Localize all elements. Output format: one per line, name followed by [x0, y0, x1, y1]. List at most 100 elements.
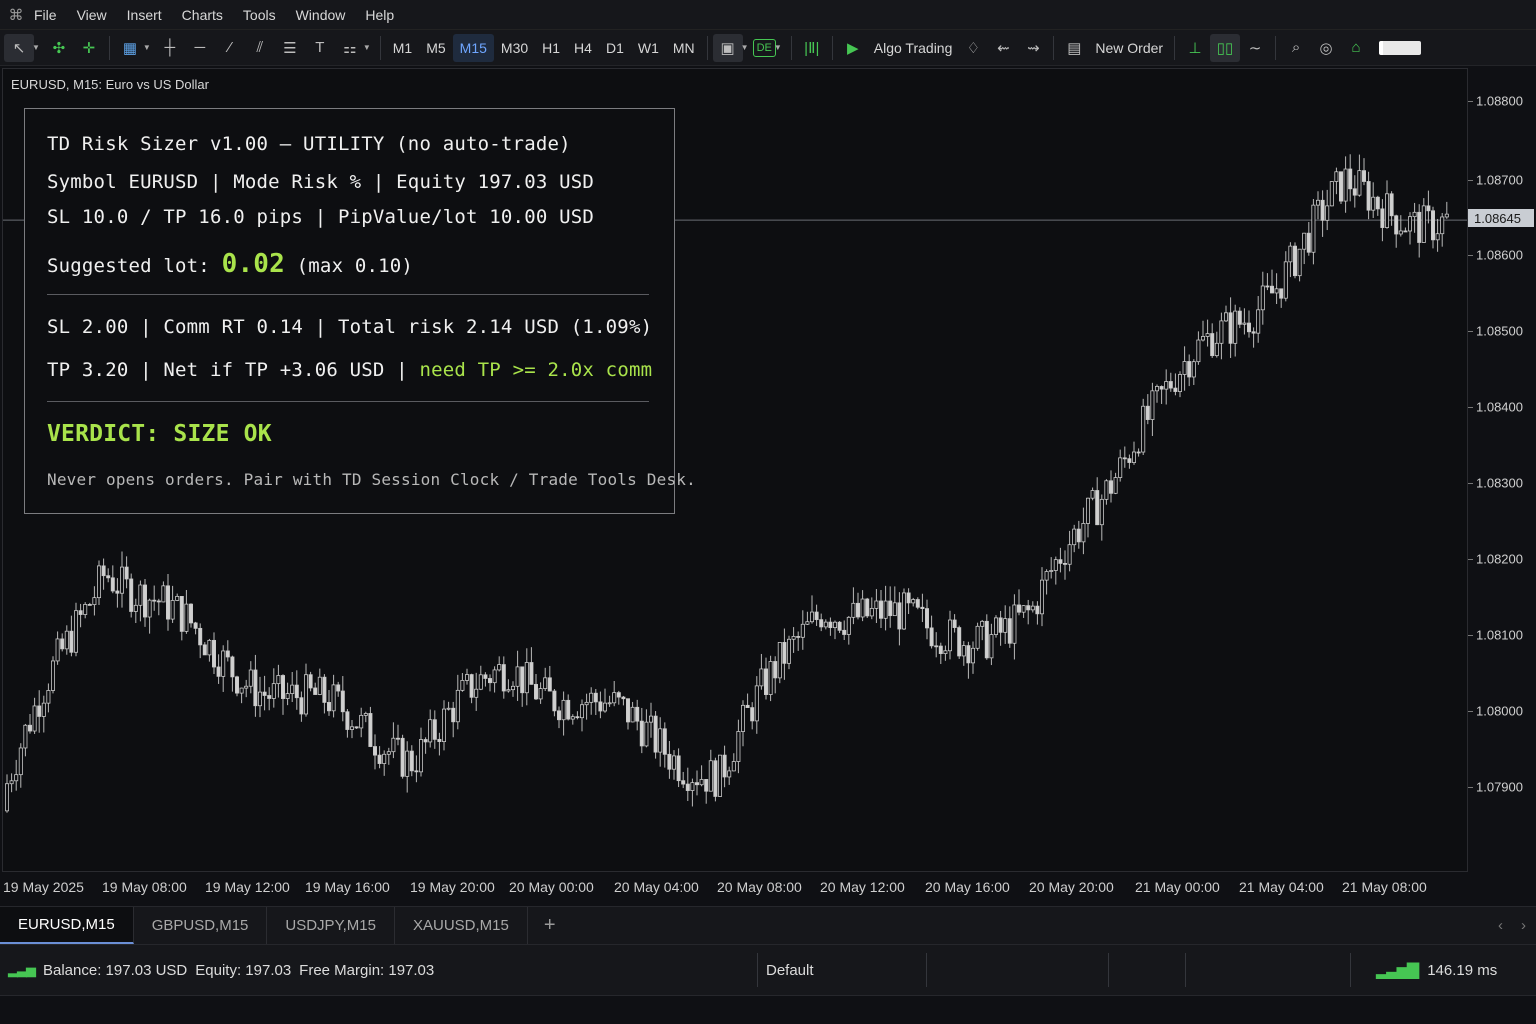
price-tick: [1468, 101, 1473, 102]
candle: [1201, 320, 1206, 342]
candle-body-bull: [184, 603, 189, 632]
candle: [869, 597, 874, 620]
candle: [308, 671, 313, 692]
shapes-dropdown-icon[interactable]: ▼: [363, 43, 371, 52]
period-separator-icon[interactable]: |Ⅱ|: [797, 34, 827, 62]
candle: [483, 672, 488, 687]
alert-icon[interactable]: ♢: [958, 34, 988, 62]
timeframe-d1[interactable]: D1: [599, 34, 631, 62]
candle: [244, 679, 249, 698]
candle-body-bull: [833, 621, 838, 629]
cursor-dropdown-icon[interactable]: ▼: [32, 43, 40, 52]
terminal-window: ⌘ File View Insert Charts Tools Window H…: [0, 0, 1536, 1024]
signal-out-icon[interactable]: ⇝: [1018, 34, 1048, 62]
chart-type-icon[interactable]: ▦: [115, 34, 145, 62]
candle-body-bull: [418, 739, 423, 773]
menu-insert[interactable]: Insert: [127, 7, 180, 23]
timeframe-m15[interactable]: M15: [452, 33, 494, 62]
timeframe-mn[interactable]: MN: [666, 34, 702, 62]
chart-scale-slider[interactable]: [1379, 40, 1422, 55]
candle: [1021, 605, 1026, 618]
candle: [1127, 454, 1132, 469]
candle-body-bull: [823, 621, 828, 628]
candlestick-icon[interactable]: ▯▯: [1210, 33, 1241, 62]
market-icon[interactable]: ⌂: [1341, 34, 1371, 62]
timeframe-h4[interactable]: H4: [567, 34, 599, 62]
new-order-icon[interactable]: ▤: [1059, 34, 1089, 62]
menu-tools[interactable]: Tools: [243, 7, 294, 23]
algo-trading-button[interactable]: Algo Trading: [874, 40, 953, 56]
price-axis[interactable]: 1.08800 1.08700 1.08600 1.08500 1.08400 …: [1468, 68, 1536, 872]
move-icon[interactable]: ✛: [74, 34, 104, 62]
tab-xauusd-m15[interactable]: XAUUSD,M15: [395, 907, 528, 944]
candle: [1063, 550, 1068, 580]
candle: [1293, 242, 1298, 279]
timeframe-m30[interactable]: M30: [494, 34, 535, 62]
tab-gbpusd-m15[interactable]: GBPUSD,M15: [134, 907, 268, 944]
candle: [653, 711, 658, 759]
chevron-left-icon[interactable]: ‹: [1498, 917, 1503, 934]
horizontal-line-icon[interactable]: ─: [185, 34, 215, 62]
candle: [773, 656, 778, 694]
tab-usdjpy-m15[interactable]: USDJPY,M15: [267, 907, 395, 944]
crosshair-icon[interactable]: ✣: [44, 34, 74, 62]
new-order-button[interactable]: New Order: [1095, 40, 1163, 56]
candle: [575, 711, 580, 720]
candle: [69, 615, 74, 657]
candle-body-bull: [1044, 571, 1049, 581]
algo-trading-icon[interactable]: ▶: [838, 34, 868, 62]
templates-dropdown-icon[interactable]: ▼: [741, 43, 749, 52]
shapes-icon[interactable]: ⚏: [335, 34, 365, 62]
chevron-right-icon[interactable]: ›: [1521, 917, 1526, 934]
candle-body-bull: [1178, 374, 1183, 392]
timeframe-w1[interactable]: W1: [631, 34, 666, 62]
candle: [1380, 199, 1385, 242]
menu-window[interactable]: Window: [296, 7, 364, 23]
candle: [14, 759, 19, 791]
time-label: 20 May 08:00: [717, 879, 802, 895]
account-icon[interactable]: ◎: [1311, 34, 1341, 62]
candle-body-bear: [110, 577, 115, 592]
candle-body-bull: [892, 602, 897, 617]
indicators-dropdown-icon[interactable]: ▼: [774, 43, 782, 52]
candle-body-bear: [1306, 232, 1311, 253]
text-tool-icon[interactable]: T: [305, 34, 335, 62]
menu-charts[interactable]: Charts: [182, 7, 241, 23]
cursor-icon[interactable]: ↖: [4, 33, 34, 62]
fibonacci-icon[interactable]: ☰: [275, 34, 305, 62]
candle: [1030, 601, 1035, 613]
menu-file[interactable]: File: [34, 7, 75, 23]
candle: [1109, 470, 1114, 503]
time-axis[interactable]: 19 May 2025 19 May 08:00 19 May 12:00 19…: [0, 872, 1468, 906]
candle-body-bull: [791, 636, 796, 640]
panel-divider: [47, 401, 649, 402]
time-label: 20 May 04:00: [614, 879, 699, 895]
candle: [690, 778, 695, 807]
tab-eurusd-m15[interactable]: EURUSD,M15: [0, 907, 134, 944]
signal-icon[interactable]: ⇜: [988, 34, 1018, 62]
candle: [975, 622, 980, 651]
timeframe-m1[interactable]: M1: [386, 34, 419, 62]
candle-body-bull: [1132, 451, 1137, 463]
candle-body-bear: [469, 674, 474, 698]
vertical-line-icon[interactable]: ┼: [155, 34, 185, 62]
timeframe-h1[interactable]: H1: [535, 34, 567, 62]
timeframe-m5[interactable]: M5: [419, 34, 452, 62]
menu-view[interactable]: View: [77, 7, 125, 23]
bar-chart-icon[interactable]: ⊥: [1180, 34, 1210, 62]
candle: [1182, 346, 1187, 391]
templates-icon[interactable]: ▣: [712, 33, 743, 62]
line-chart-icon[interactable]: ∼: [1240, 34, 1270, 62]
candle: [851, 587, 856, 625]
connection-status[interactable]: ▂▃▅▇ 146.19 ms: [1376, 945, 1497, 995]
trend-line-icon[interactable]: ⁄: [215, 34, 245, 62]
profile-name[interactable]: Default: [766, 945, 814, 995]
candle: [819, 613, 824, 632]
search-icon[interactable]: ⌕: [1281, 34, 1311, 62]
candle-body-bull: [1086, 497, 1091, 524]
channel-icon[interactable]: ⫽: [245, 34, 275, 62]
chart-type-dropdown-icon[interactable]: ▼: [143, 43, 151, 52]
menu-help[interactable]: Help: [365, 7, 412, 23]
add-tab-icon[interactable]: +: [528, 907, 572, 944]
indicators-icon[interactable]: DE: [752, 38, 776, 57]
